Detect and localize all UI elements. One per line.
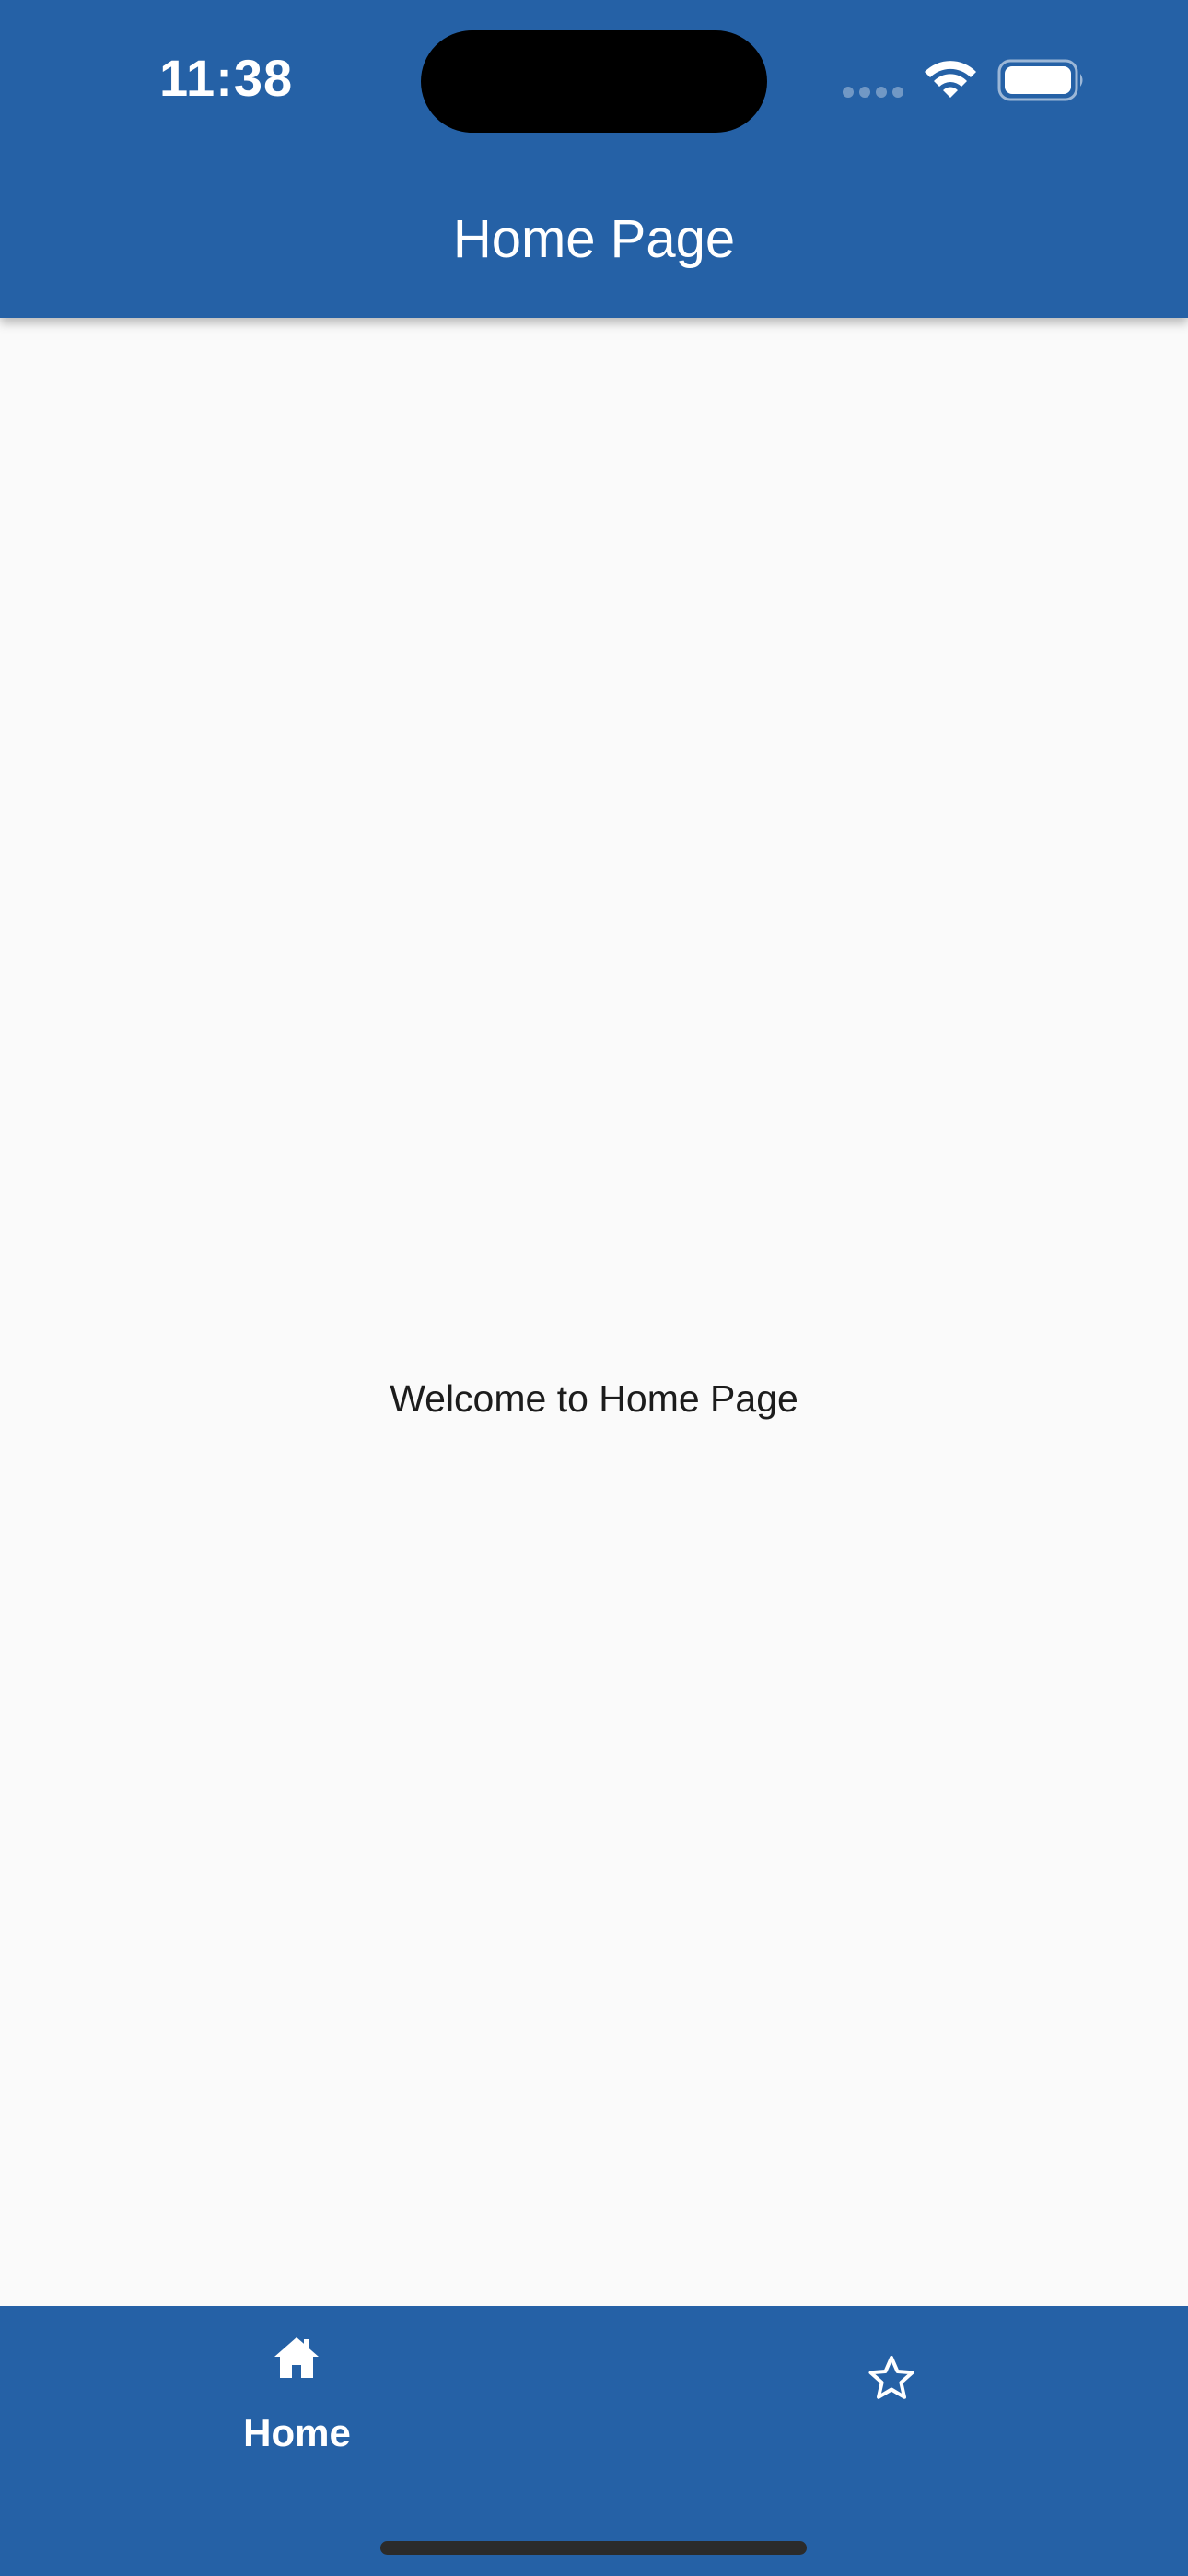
- nav-item-home[interactable]: Home: [0, 2306, 594, 2490]
- page-title: Home Page: [452, 209, 736, 269]
- wifi-icon: [925, 61, 976, 98]
- battery-icon: [997, 59, 1083, 101]
- status-time: 11:38: [159, 49, 294, 107]
- main-content: Welcome to Home Page: [0, 318, 1188, 2306]
- home-indicator[interactable]: [380, 2541, 807, 2555]
- star-outline-icon: [868, 2356, 914, 2399]
- app-screen: 11:38 Home Page Welcome to Home Page Hom…: [0, 0, 1188, 2576]
- cellular-signal-icon: [843, 87, 907, 98]
- dynamic-island: [421, 30, 767, 133]
- app-bar: 11:38 Home Page: [0, 0, 1188, 318]
- welcome-text: Welcome to Home Page: [390, 1377, 798, 1420]
- nav-item-favorites[interactable]: [594, 2306, 1188, 2490]
- nav-item-home-label: Home: [243, 2411, 351, 2454]
- home-icon: [274, 2337, 319, 2378]
- bottom-navigation-bar: Home: [0, 2306, 1188, 2576]
